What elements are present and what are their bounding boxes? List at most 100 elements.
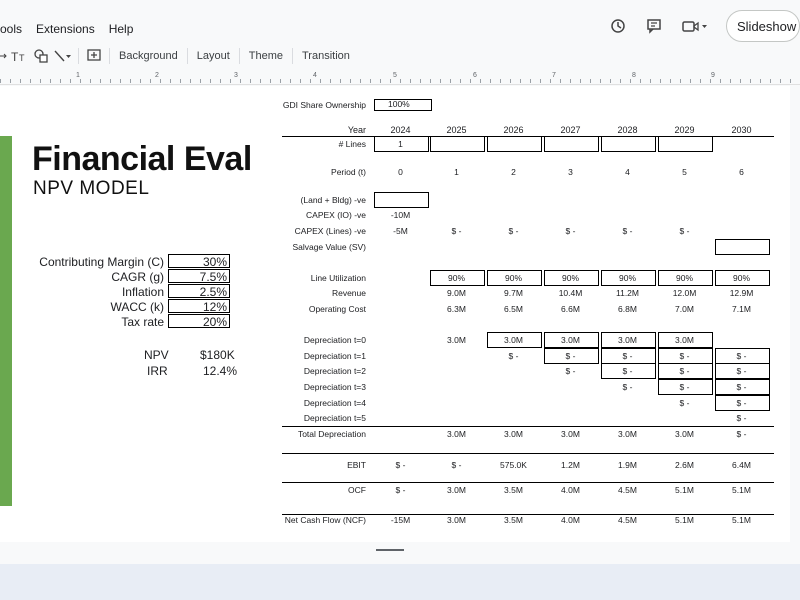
slide-title: Financial Eval bbox=[32, 140, 252, 178]
table-cell: 5.1M bbox=[675, 485, 694, 495]
row-label: Period (t) bbox=[331, 167, 366, 177]
row-label: Depreciation t=5 bbox=[303, 413, 366, 423]
table-cell: $ - bbox=[565, 226, 576, 236]
ruler-tick bbox=[130, 79, 131, 83]
param-row: CAGR (g) 7.5% bbox=[0, 269, 240, 285]
toolbar-divider bbox=[186, 48, 188, 64]
ruler-tick bbox=[600, 79, 601, 83]
table-rule bbox=[282, 426, 774, 427]
table-cell: 3.0M bbox=[447, 335, 466, 345]
horizontal-ruler[interactable]: 1 2 3 4 5 6 7 8 9 bbox=[0, 70, 800, 85]
ruler-tick bbox=[100, 79, 101, 83]
ruler-number: 7 bbox=[552, 72, 556, 79]
param-label: Inflation bbox=[121, 285, 164, 299]
table-cell: 6.5M bbox=[504, 304, 523, 314]
table-cell: 3 bbox=[568, 167, 573, 177]
depreciation-box bbox=[544, 332, 599, 348]
table-cell: 2 bbox=[511, 167, 516, 177]
row-label: (Land + Bldg) -ve bbox=[300, 195, 366, 205]
ruler-tick bbox=[230, 79, 231, 83]
ruler-tick bbox=[580, 79, 581, 83]
speaker-notes-strip[interactable] bbox=[0, 564, 800, 600]
table-rule bbox=[282, 453, 774, 454]
menu-extensions[interactable]: Extensions bbox=[36, 22, 95, 42]
depreciation-box bbox=[487, 332, 542, 348]
table-cell: 11.2M bbox=[616, 288, 639, 298]
shape-icon[interactable] bbox=[30, 45, 52, 67]
menu-tools[interactable]: ools bbox=[0, 22, 22, 42]
table-cell: -15M bbox=[390, 515, 411, 525]
ruler-number: 5 bbox=[393, 72, 397, 79]
table-cell: 5 bbox=[682, 167, 687, 177]
meet-icon[interactable] bbox=[680, 16, 710, 36]
ruler-tick bbox=[390, 79, 391, 83]
toolbar: TT Background Layout Theme Transition bbox=[0, 44, 800, 68]
param-row: WACC (k) 12% bbox=[0, 299, 240, 315]
ruler-tick bbox=[500, 79, 501, 83]
text-box-icon[interactable] bbox=[0, 45, 8, 67]
row-label: Operating Cost bbox=[308, 304, 366, 314]
row-label: OCF bbox=[348, 485, 366, 495]
table-cell: 4.0M bbox=[561, 485, 580, 495]
table-cell: 2.6M bbox=[675, 460, 694, 470]
table-cell: 3.0M bbox=[447, 429, 466, 439]
ruler-number: 6 bbox=[473, 72, 477, 79]
text-format-icon[interactable]: TT bbox=[8, 45, 30, 67]
background-button[interactable]: Background bbox=[114, 50, 183, 62]
input-box bbox=[715, 239, 770, 255]
row-label: Depreciation t=0 bbox=[303, 335, 366, 345]
line-icon[interactable] bbox=[52, 45, 74, 67]
ruler-tick bbox=[170, 79, 171, 83]
history-icon[interactable] bbox=[608, 16, 628, 36]
ruler-tick bbox=[140, 79, 141, 83]
table-cell: 3.0M bbox=[561, 429, 580, 439]
param-label: CAGR (g) bbox=[111, 270, 164, 284]
input-box bbox=[544, 136, 599, 152]
ruler-tick bbox=[560, 79, 561, 83]
slide-canvas[interactable]: Financial Eval NPV MODEL Contributing Ma… bbox=[0, 86, 790, 542]
depreciation-box bbox=[715, 363, 770, 379]
ruler-tick bbox=[550, 79, 551, 83]
table-cell: 3.0M bbox=[504, 429, 523, 439]
ruler-tick bbox=[770, 79, 771, 83]
row-label: EBIT bbox=[347, 460, 366, 470]
table-cell: 7.0M bbox=[675, 304, 694, 314]
table-rule bbox=[282, 514, 774, 515]
row-label: Net Cash Flow (NCF) bbox=[284, 515, 366, 525]
ruler-tick bbox=[80, 79, 81, 83]
param-row: Contributing Margin (C) 30% bbox=[0, 254, 240, 270]
transition-button[interactable]: Transition bbox=[297, 50, 355, 62]
ruler-tick bbox=[380, 79, 381, 83]
ruler-tick bbox=[30, 79, 31, 83]
table-cell: 1.9M bbox=[618, 460, 637, 470]
ruler-tick bbox=[0, 79, 1, 83]
table-cell: 3.5M bbox=[504, 485, 523, 495]
layout-button[interactable]: Layout bbox=[192, 50, 235, 62]
ruler-tick bbox=[160, 79, 161, 83]
slide-scroll-indicator[interactable] bbox=[376, 549, 404, 551]
table-cell: 3.0M bbox=[675, 429, 694, 439]
table-cell: 1 bbox=[454, 167, 459, 177]
param-value: 2.5% bbox=[168, 284, 230, 299]
add-comment-icon[interactable] bbox=[83, 45, 105, 67]
ruler-tick bbox=[670, 79, 671, 83]
ruler-tick bbox=[270, 79, 271, 83]
param-value: 30% bbox=[168, 254, 230, 269]
table-cell: 9.0M bbox=[447, 288, 466, 298]
slideshow-button[interactable]: Slideshow bbox=[726, 10, 800, 42]
table-cell: $ - bbox=[565, 366, 576, 376]
table-cell: -10M bbox=[390, 210, 411, 220]
table-cell: 5.1M bbox=[732, 485, 751, 495]
table-cell: 4.5M bbox=[618, 485, 637, 495]
table-cell: 4.0M bbox=[561, 515, 580, 525]
ruler-number: 4 bbox=[313, 72, 317, 79]
comment-icon[interactable] bbox=[644, 16, 664, 36]
theme-button[interactable]: Theme bbox=[244, 50, 288, 62]
ruler-tick bbox=[490, 79, 491, 83]
table-cell: 6.6M bbox=[561, 304, 580, 314]
table-cell: 1.2M bbox=[561, 460, 580, 470]
menu-help[interactable]: Help bbox=[109, 22, 134, 42]
row-label: CAPEX (Lines) -ve bbox=[294, 226, 366, 236]
ruler-tick bbox=[660, 79, 661, 83]
ruler-tick bbox=[620, 79, 621, 83]
